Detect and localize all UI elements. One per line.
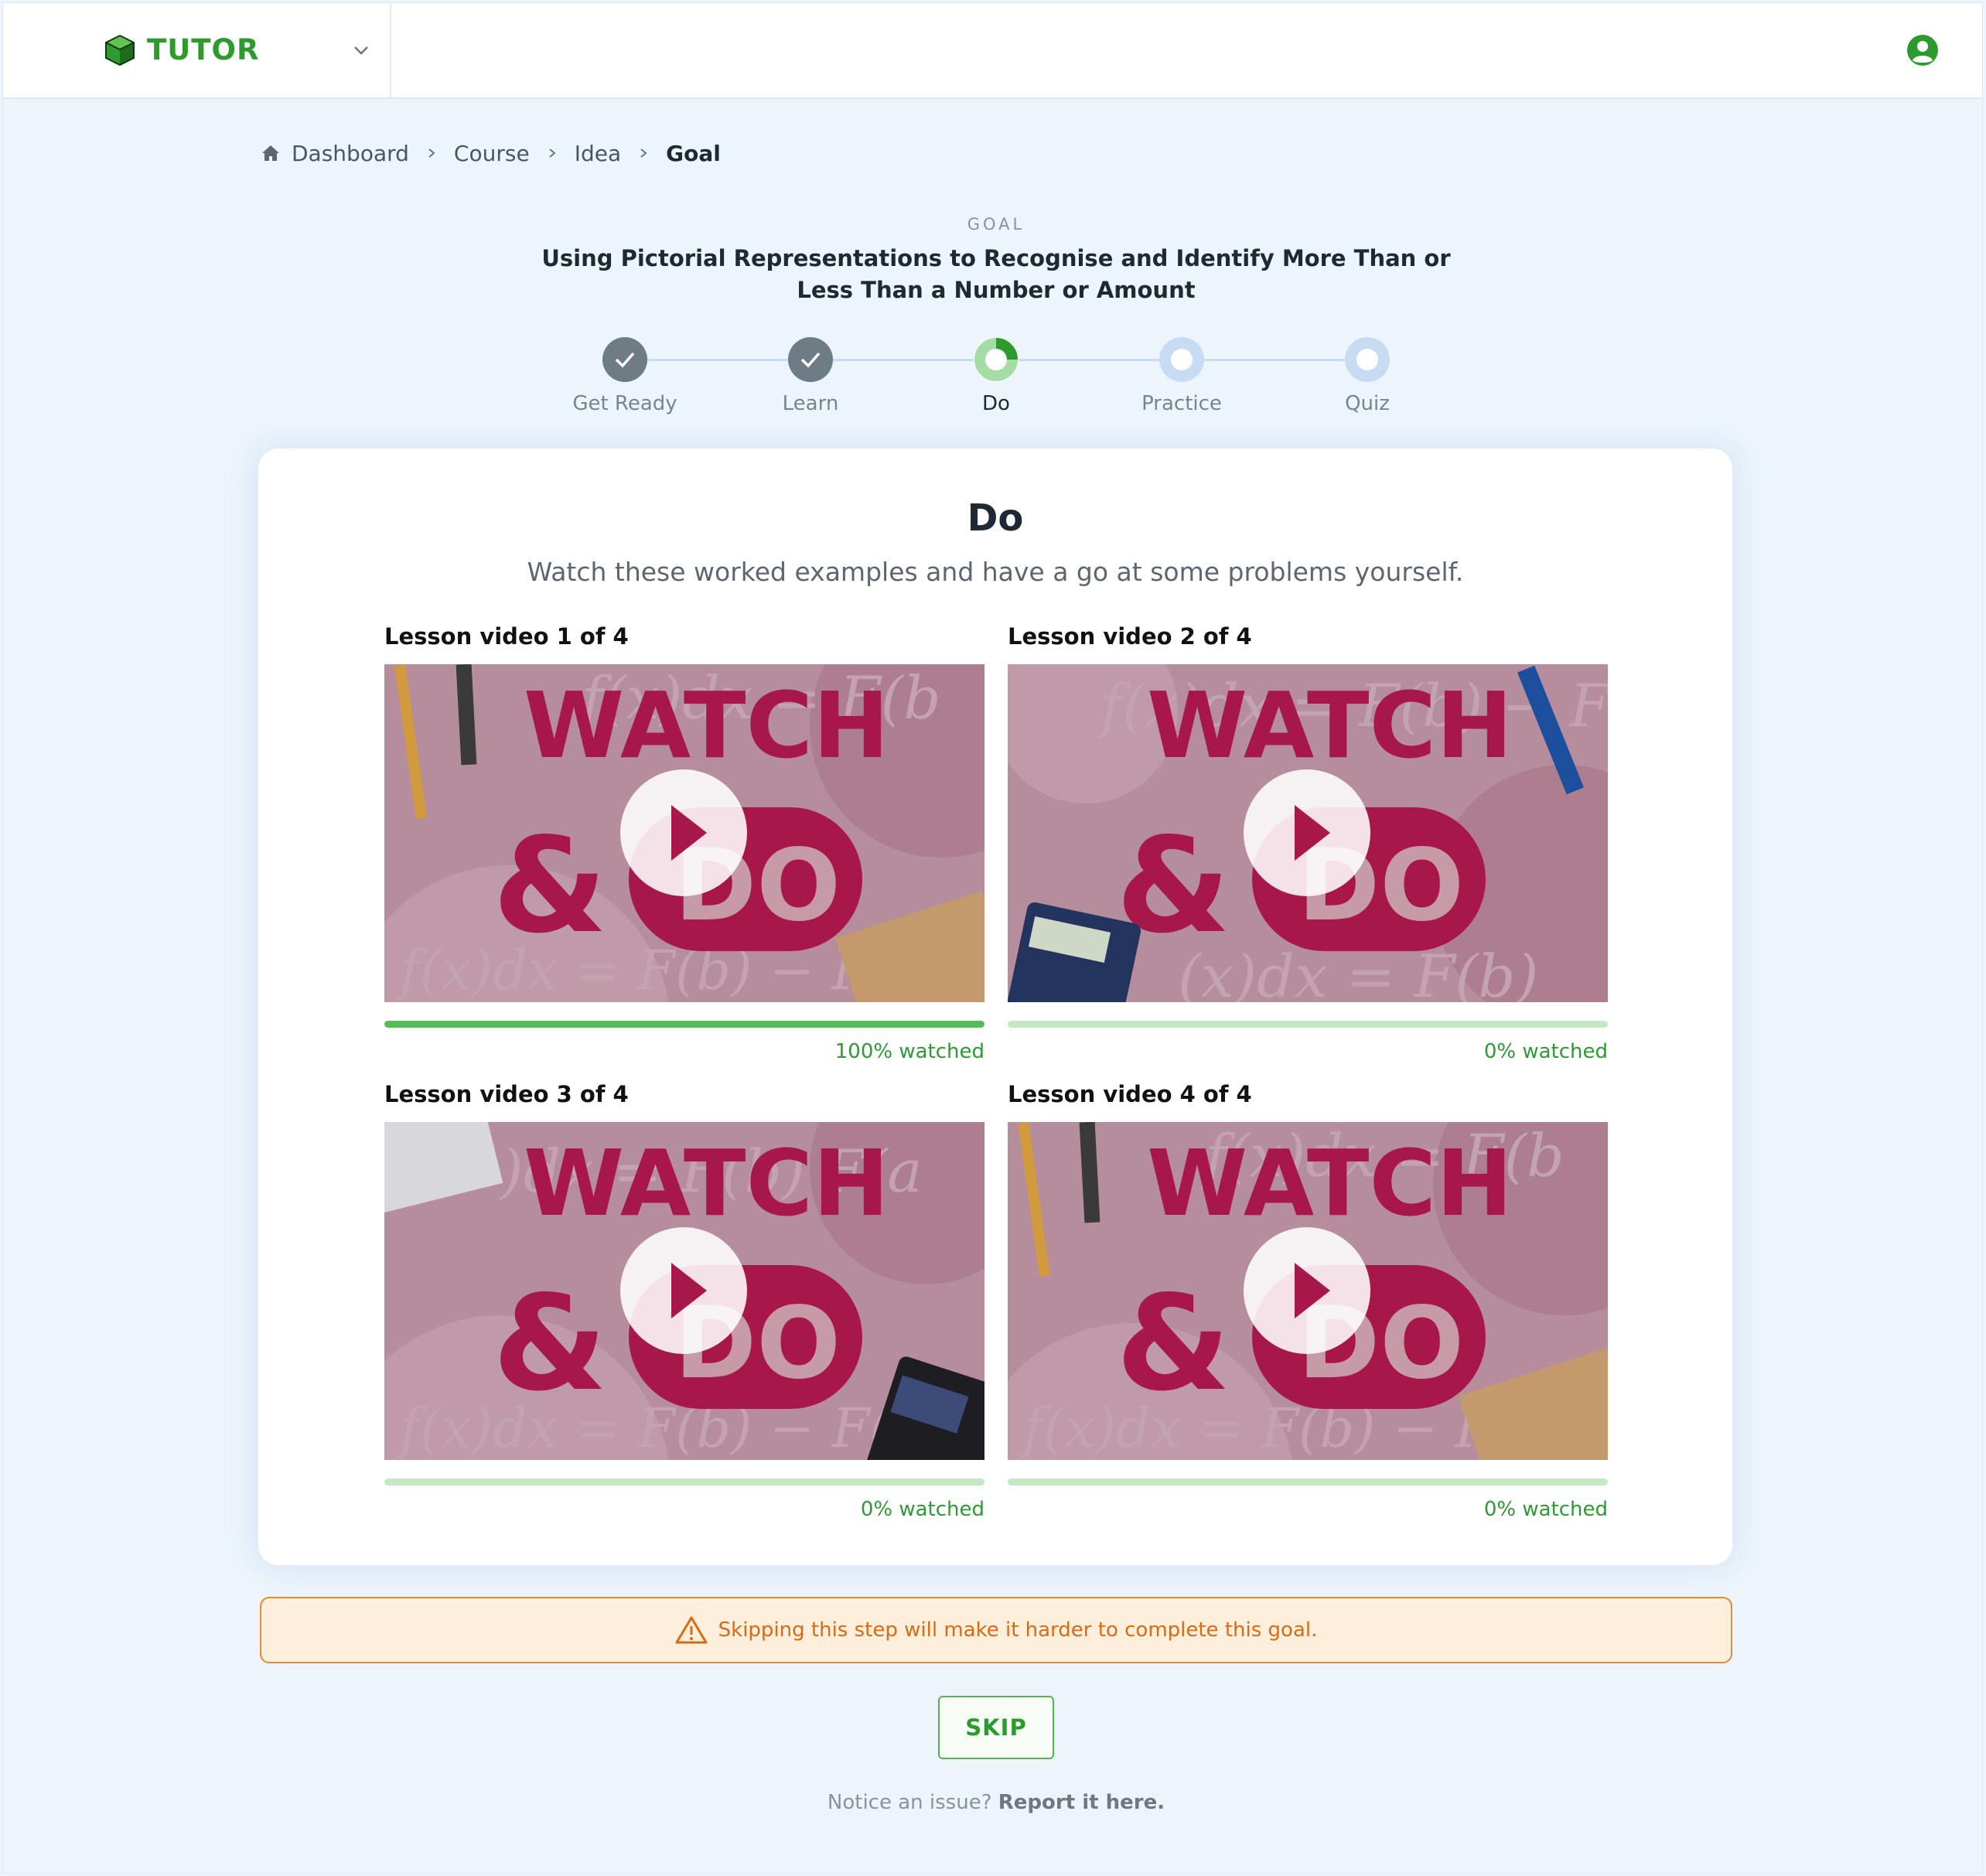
video-title: Lesson video 3 of 4: [384, 1081, 629, 1107]
step-quiz[interactable]: Quiz: [1290, 336, 1445, 415]
play-icon: [671, 805, 707, 861]
video-progress-bar: [384, 1479, 984, 1485]
watched-label: 0% watched: [1483, 1498, 1608, 1521]
breadcrumb-course[interactable]: Course: [454, 141, 530, 166]
video-thumbnail[interactable]: f(x)dx = F(b f(x)dx = F(b) − F(a WATCH &…: [1008, 1122, 1608, 1460]
video-thumbnail[interactable]: f(x)dx = F(b f(x)dx = F(b) − F(a WATCH &…: [384, 664, 984, 1002]
goal-title: Using Pictorial Representations to Recog…: [541, 245, 1451, 303]
video-thumbnail[interactable]: f(x)dx = F(b) − F(a (x)dx = F(b) WATCH &…: [1008, 664, 1608, 1002]
play-icon: [671, 1263, 707, 1318]
play-button[interactable]: [1244, 769, 1370, 896]
step-label: Practice: [1141, 392, 1222, 415]
play-button[interactable]: [1244, 1227, 1370, 1354]
step-practice[interactable]: Practice: [1104, 336, 1259, 415]
account-circle-icon[interactable]: [1906, 34, 1939, 67]
breadcrumb-idea[interactable]: Idea: [575, 141, 621, 166]
thumbnail-ampersand-text: &: [1116, 1267, 1230, 1421]
video-title: Lesson video 1 of 4: [384, 623, 629, 650]
progress-ring-icon: [974, 337, 1019, 382]
thumbnail-watch-text: WATCH: [524, 1130, 889, 1236]
step-label: Do: [982, 392, 1010, 415]
lesson-video: Lesson video 2 of 4 f(x)dx = F(b) − F(a …: [1008, 621, 1608, 1063]
thumbnail-ampersand-text: &: [493, 810, 607, 963]
play-icon: [1295, 1263, 1330, 1318]
top-bar: TUTOR: [3, 3, 1982, 99]
chevron-right-icon: [640, 148, 647, 158]
video-progress-bar: [384, 1021, 984, 1028]
thumbnail-watch-text: WATCH: [524, 672, 889, 779]
report-issue: Notice an issue? Report it here.: [3, 1791, 1986, 1814]
play-icon: [1295, 805, 1330, 861]
card-title: Do: [967, 496, 1024, 540]
step-do[interactable]: Do: [919, 336, 1073, 415]
do-card: Do Watch these worked examples and have …: [258, 449, 1732, 1565]
video-progress-bar: [1008, 1021, 1608, 1028]
warning-text: Skipping this step will make it harder t…: [718, 1618, 1318, 1642]
thumbnail-ampersand-text: &: [493, 1267, 607, 1421]
card-subtitle: Watch these worked examples and have a g…: [527, 557, 1464, 587]
watched-label: 0% watched: [860, 1498, 984, 1521]
video-title: Lesson video 4 of 4: [1008, 1081, 1252, 1107]
check-circle-icon: [602, 337, 647, 382]
video-thumbnail[interactable]: )dx = F(b) F(a f(x)dx = F(b) − F(a) WATC…: [384, 1122, 984, 1460]
thumbnail-formula-text: f(x)dx = F(b) − F(a): [396, 1397, 944, 1460]
lesson-video: Lesson video 3 of 4 )dx = F(b) F(a f(x)d…: [384, 1079, 984, 1521]
pending-circle-icon: [1345, 337, 1390, 382]
home-icon[interactable]: [261, 143, 281, 163]
lesson-video: Lesson video 4 of 4 f(x)dx = F(b f(x)dx …: [1008, 1079, 1608, 1521]
warning-triangle-icon: [675, 1616, 708, 1644]
breadcrumb-dashboard[interactable]: Dashboard: [292, 141, 409, 166]
chevron-right-icon: [549, 148, 556, 158]
step-label: Get Ready: [572, 392, 677, 415]
thumbnail-watch-text: WATCH: [1147, 1130, 1513, 1236]
step-label: Quiz: [1345, 392, 1390, 415]
breadcrumb-goal: Goal: [666, 140, 721, 166]
skip-button[interactable]: SKIP: [938, 1696, 1054, 1759]
report-link[interactable]: Report it here.: [998, 1791, 1165, 1814]
step-label: Learn: [782, 392, 839, 415]
app-window: TUTOR Dashboard Course Idea Goal GOAL Us…: [2, 2, 1983, 1874]
brand-menu[interactable]: TUTOR: [3, 3, 391, 97]
pending-circle-icon: [1159, 337, 1204, 382]
step-learn[interactable]: Learn: [733, 336, 888, 415]
brand-name: TUTOR: [147, 33, 260, 67]
report-prefix: Notice an issue?: [827, 1791, 992, 1814]
check-circle-icon: [788, 337, 833, 382]
chevron-down-icon[interactable]: [353, 42, 370, 59]
step-get-ready[interactable]: Get Ready: [548, 336, 702, 415]
goal-label: GOAL: [967, 215, 1025, 234]
skip-warning-banner: Skipping this step will make it harder t…: [260, 1597, 1732, 1663]
play-button[interactable]: [620, 1227, 747, 1354]
breadcrumb: Dashboard Course Idea Goal: [261, 139, 721, 167]
green-cube-icon: [105, 35, 135, 67]
chevron-right-icon: [428, 148, 435, 158]
watched-label: 100% watched: [834, 1040, 984, 1063]
video-progress-bar: [1008, 1479, 1608, 1485]
play-button[interactable]: [620, 769, 747, 896]
video-title: Lesson video 2 of 4: [1008, 623, 1252, 650]
video-progress-fill: [384, 1021, 984, 1028]
lesson-video: Lesson video 1 of 4 f(x)dx = F(b f(x)dx …: [384, 621, 984, 1063]
watched-label: 0% watched: [1483, 1040, 1608, 1063]
thumbnail-watch-text: WATCH: [1147, 672, 1513, 779]
